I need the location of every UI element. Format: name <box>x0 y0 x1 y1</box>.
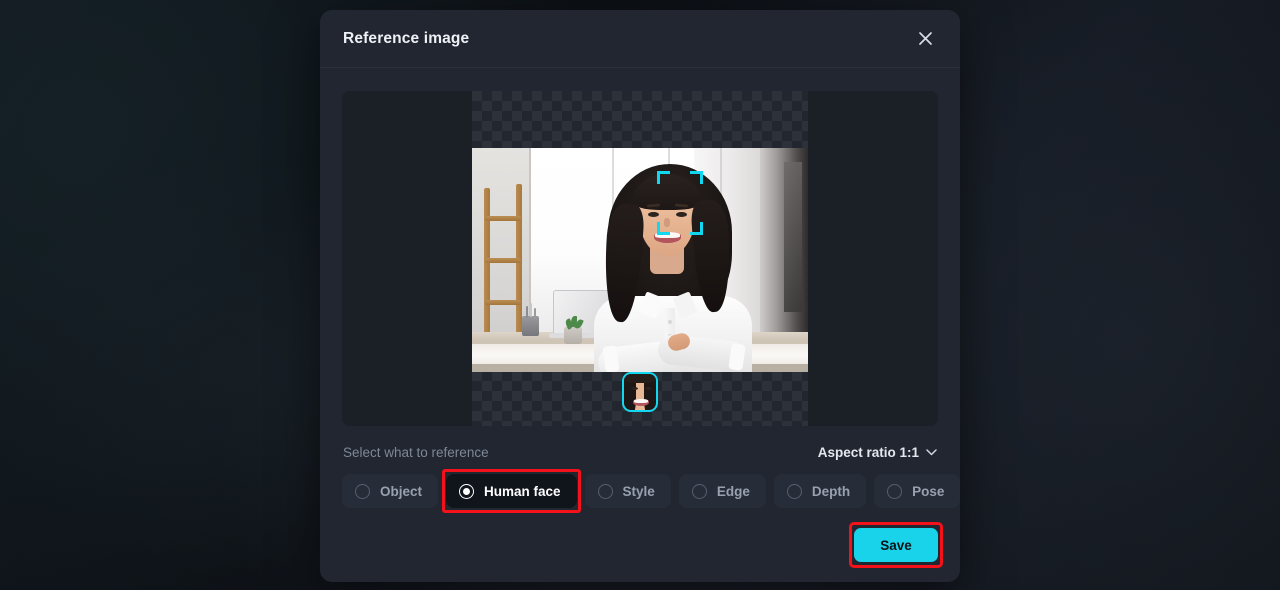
photo-ladder-rung <box>485 258 521 263</box>
photo-pen <box>530 303 532 317</box>
radio-edge[interactable] <box>691 483 707 499</box>
reference-photo <box>472 148 808 372</box>
transparency-canvas[interactable] <box>472 91 808 426</box>
dialog-body: Select what to reference Aspect ratio 1:… <box>320 68 960 513</box>
face-crop-eye <box>645 387 652 390</box>
reference-option-pose[interactable]: Pose <box>874 474 960 508</box>
close-icon[interactable] <box>912 26 938 52</box>
radio-depth[interactable] <box>786 483 802 499</box>
face-bracket-corner <box>657 171 670 184</box>
face-crop-fringe <box>624 374 656 383</box>
reference-option-edge[interactable]: Edge <box>678 474 766 508</box>
face-crop-eye <box>631 387 638 390</box>
aspect-ratio-selector[interactable]: Aspect ratio 1:1 <box>818 445 937 460</box>
radio-object[interactable] <box>355 483 370 499</box>
reference-option-human-face[interactable]: Human face <box>442 469 581 513</box>
aspect-ratio-label: Aspect ratio 1:1 <box>817 445 919 460</box>
chevron-down-icon <box>926 449 937 456</box>
radio-human-face[interactable] <box>459 483 475 499</box>
reference-option-label: Human face <box>484 483 561 499</box>
dialog-footer: Save <box>320 508 960 582</box>
photo-ladder-rung <box>485 216 521 221</box>
photo-ladder-rung <box>485 300 521 305</box>
photo-pen <box>526 306 528 318</box>
reference-option-label: Pose <box>912 483 945 499</box>
face-bracket-corner <box>690 222 703 235</box>
reference-option-label: Object <box>380 483 423 499</box>
dialog-title: Reference image <box>343 29 470 47</box>
face-bracket-corner <box>690 171 703 184</box>
face-crop-teeth <box>634 399 648 403</box>
face-crop-mouth <box>633 399 649 406</box>
save-button-wrapper: Save <box>849 522 943 568</box>
reference-option-label: Style <box>622 483 655 499</box>
detected-face-crop[interactable] <box>622 372 658 412</box>
photo-shirt-button <box>668 320 672 324</box>
photo-plant-pot <box>564 327 582 344</box>
dialog-header: Reference image <box>320 10 960 68</box>
reference-option-label: Edge <box>716 483 750 499</box>
image-preview-stage[interactable] <box>342 91 938 426</box>
reference-section-label: Select what to reference <box>343 445 489 460</box>
reference-option-depth[interactable]: Depth <box>773 474 867 508</box>
face-bracket-corner <box>657 222 670 235</box>
photo-window-pane <box>784 162 802 312</box>
photo-pen <box>534 308 536 319</box>
controls-header: Select what to reference Aspect ratio 1:… <box>342 445 938 460</box>
reference-option-object[interactable]: Object <box>342 474 439 508</box>
reference-option-style[interactable]: Style <box>584 474 671 508</box>
radio-style[interactable] <box>597 483 613 499</box>
save-button[interactable]: Save <box>854 528 938 562</box>
radio-pose[interactable] <box>887 483 903 499</box>
reference-type-options: Object Human face Style Edge Depth Pose <box>342 469 960 513</box>
close-glyph <box>918 32 932 45</box>
face-bracket <box>657 171 703 235</box>
reference-option-label: Depth <box>811 483 851 499</box>
reference-image-dialog: Reference image Select what to reference… <box>320 10 960 582</box>
photo-pen-holder <box>522 316 539 336</box>
